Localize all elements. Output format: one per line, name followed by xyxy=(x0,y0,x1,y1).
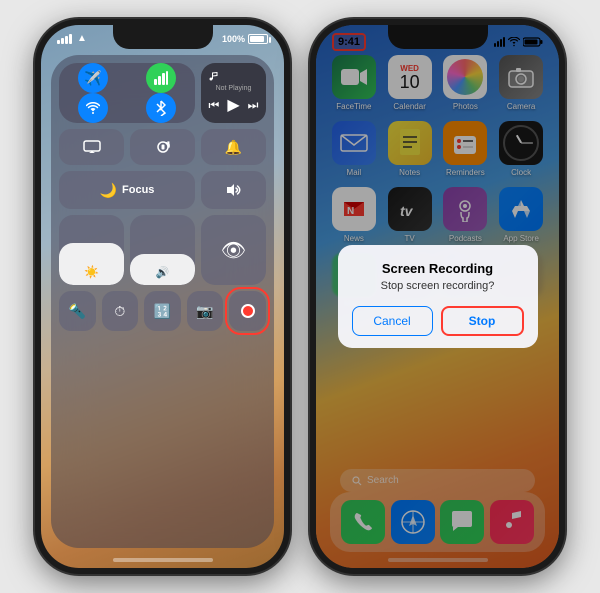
cellular-signal-icon xyxy=(154,71,168,85)
right-iphone: 9:41 xyxy=(310,19,565,574)
screen-mirror-icon xyxy=(83,140,101,154)
screen-recording-dialog-overlay: Screen Recording Stop screen recording? … xyxy=(316,25,559,568)
cellular-icon-circle xyxy=(146,63,176,93)
play-pause-icon[interactable]: ▶ xyxy=(227,95,239,115)
cellular-toggle[interactable] xyxy=(127,63,195,93)
wifi-icon-circle xyxy=(78,93,108,123)
connectivity-block[interactable]: ✈️ xyxy=(59,63,195,123)
flashlight-tile[interactable]: 🔦 xyxy=(59,291,96,331)
battery-icon xyxy=(248,34,268,44)
rotation-lock-tile[interactable] xyxy=(130,129,195,165)
battery-fill xyxy=(250,36,264,42)
bluetooth-toggle[interactable] xyxy=(127,93,195,123)
volume-icon xyxy=(226,183,242,197)
bottom-controls-row: 🔦 ⏱ 🔢 📷 xyxy=(59,291,266,331)
signal-bar-2 xyxy=(61,38,64,44)
brightness-slider[interactable]: ☀️ xyxy=(59,215,124,285)
bluetooth-icon xyxy=(156,100,166,116)
screen-recording-dialog: Screen Recording Stop screen recording? … xyxy=(338,245,538,348)
home-screen-bg: 9:41 xyxy=(316,25,559,568)
calculator-tile[interactable]: 🔢 xyxy=(144,291,181,331)
rewind-icon[interactable]: ⏮ xyxy=(209,98,220,113)
now-playing-header xyxy=(207,71,219,83)
screen-record-tile[interactable] xyxy=(229,291,266,331)
wifi-status-icon: ▲ xyxy=(77,33,87,44)
screen-mirror-tile[interactable] xyxy=(59,129,124,165)
cancel-button[interactable]: Cancel xyxy=(352,306,433,336)
playback-controls[interactable]: ⏮ ▶ ⏭ xyxy=(209,95,259,115)
record-dot xyxy=(241,304,255,318)
signal-bar-1 xyxy=(57,40,60,44)
rotation-lock-icon xyxy=(155,139,171,155)
dialog-message: Stop screen recording? xyxy=(352,280,524,292)
home-indicator-left xyxy=(113,558,213,562)
battery-percentage: 100% xyxy=(222,34,245,44)
airplane-icon-circle: ✈️ xyxy=(78,63,108,93)
right-screen: 9:41 xyxy=(316,25,559,568)
now-playing-tile[interactable]: Not Playing ⏮ ▶ ⏭ xyxy=(201,63,266,123)
now-playing-text: Not Playing xyxy=(216,85,252,94)
dialog-buttons: Cancel Stop xyxy=(352,306,524,336)
timer-tile[interactable]: ⏱ xyxy=(102,291,139,331)
moon-icon: 🌙 xyxy=(100,182,117,199)
accessibility-icon: 👁 xyxy=(221,238,246,263)
wifi-icon xyxy=(86,101,100,115)
not-playing-label: Not Playing xyxy=(216,85,252,92)
signal-bar-3 xyxy=(65,36,68,44)
control-center: ✈️ xyxy=(51,55,274,548)
volume-tile[interactable] xyxy=(201,171,266,209)
right-status-group: 100% xyxy=(222,34,268,44)
left-status-icons: ▲ xyxy=(57,33,87,44)
music-note-icon xyxy=(207,71,219,83)
mute-tile[interactable]: 🔔 xyxy=(201,129,266,165)
wifi-toggle[interactable] xyxy=(59,93,127,123)
dialog-title: Screen Recording xyxy=(352,261,524,276)
bluetooth-icon-circle xyxy=(146,93,176,123)
signal-bar-4 xyxy=(69,34,72,44)
camera-shortcut-tile[interactable]: 📷 xyxy=(187,291,224,331)
fast-forward-icon[interactable]: ⏭ xyxy=(248,98,259,113)
focus-tile[interactable]: 🌙 Focus xyxy=(59,171,195,209)
brightness-icon: ☀️ xyxy=(84,265,99,279)
left-screen: ▲ 100% ✈️ xyxy=(41,25,284,568)
volume-slider[interactable]: 🔊 xyxy=(130,215,195,285)
notch xyxy=(113,25,213,49)
extra-tile[interactable]: 👁 xyxy=(201,215,266,285)
volume-slider-icon: 🔊 xyxy=(156,266,170,279)
signal-bars xyxy=(57,34,72,44)
airplane-mode-toggle[interactable]: ✈️ xyxy=(59,63,127,93)
control-center-bg: ▲ 100% ✈️ xyxy=(41,25,284,568)
stop-button[interactable]: Stop xyxy=(441,306,524,336)
left-iphone: ▲ 100% ✈️ xyxy=(35,19,290,574)
focus-label: Focus xyxy=(122,184,154,196)
